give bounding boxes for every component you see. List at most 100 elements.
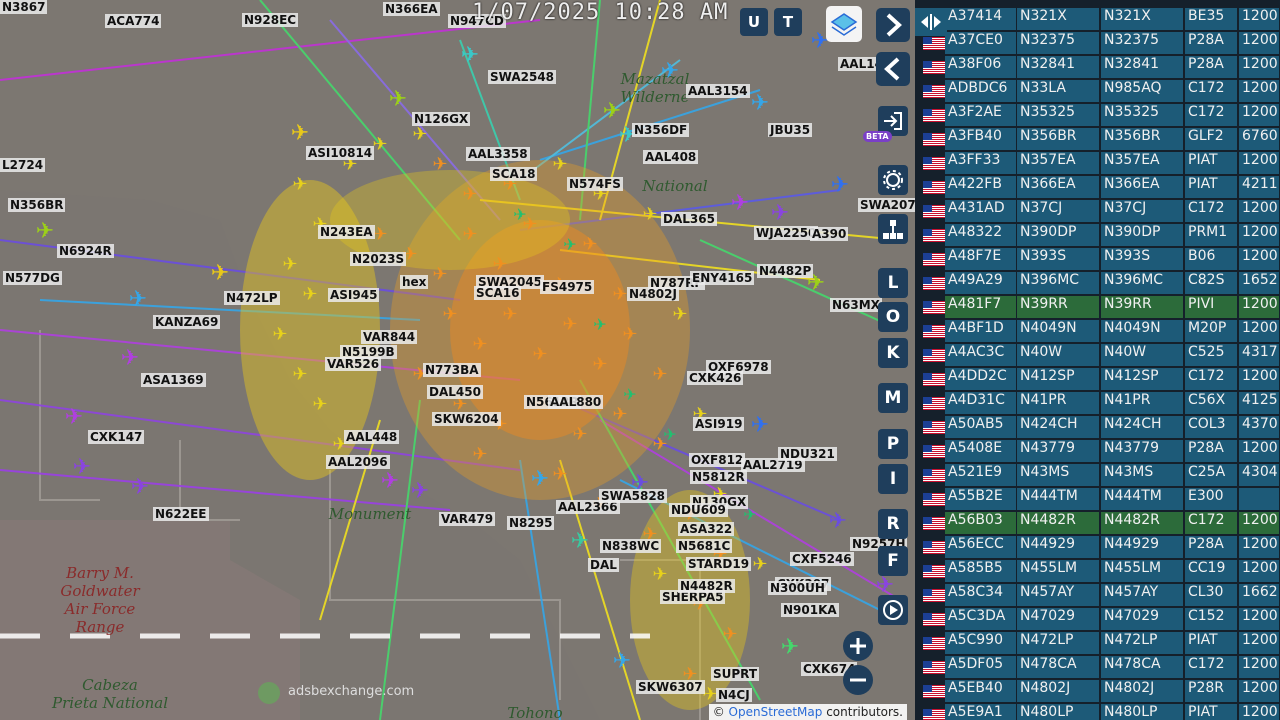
aircraft-label[interactable]: DAL450 (427, 385, 483, 399)
aircraft-label[interactable]: FS4975 (540, 280, 595, 294)
aircraft-label[interactable]: NDU609 (669, 503, 728, 517)
toggle-t-button[interactable]: T (774, 8, 802, 36)
table-row[interactable]: A56B03 N4482R N4482R C172 1200 (915, 512, 1280, 535)
aircraft-label[interactable]: N4482R (678, 579, 735, 593)
aircraft-label[interactable]: N928EC (242, 13, 299, 27)
toggle-f-button[interactable]: F (878, 546, 908, 576)
aircraft-label[interactable]: CXF5246 (790, 552, 854, 566)
aircraft-label[interactable]: KANZA69 (153, 315, 221, 329)
table-row[interactable]: A5408E N43779 N43779 P28A 1200 (915, 440, 1280, 463)
aircraft-label[interactable]: CXK426 (687, 371, 744, 385)
toggle-i-button[interactable]: I (878, 464, 908, 494)
aircraft-label[interactable]: N356DF (632, 123, 690, 137)
table-row[interactable]: A4AC3C N40W N40W C525 4317 (915, 344, 1280, 367)
table-row[interactable]: A5EB40 N4802J N4802J P28R 1200 (915, 680, 1280, 703)
table-row[interactable]: A5C3DA N47029 N47029 C152 1200 (915, 608, 1280, 631)
next-button[interactable] (876, 8, 910, 42)
aircraft-label[interactable]: STARD19 (686, 557, 752, 571)
aircraft-label[interactable]: N5681C (676, 539, 733, 553)
table-row[interactable]: A55B2E N444TM N444TM E300 (915, 488, 1280, 511)
settings-button[interactable] (878, 165, 908, 195)
aircraft-label[interactable]: VAR479 (439, 512, 496, 526)
aircraft-label[interactable]: ASA1369 (141, 373, 206, 387)
aircraft-label[interactable]: L2724 (0, 158, 46, 172)
aircraft-label[interactable]: ENY4165 (690, 271, 755, 285)
table-row[interactable]: A5E9A1 N480LP N480LP PIAT 1200 (915, 704, 1280, 720)
table-row[interactable]: A4D31C N41PR N41PR C56X 4125 (915, 392, 1280, 415)
aircraft-label[interactable]: DAL (588, 558, 619, 572)
layers-button[interactable] (826, 6, 862, 42)
aircraft-label[interactable]: SKW6307 (636, 680, 705, 694)
aircraft-label[interactable]: N3867 (0, 0, 48, 14)
table-row[interactable]: A422FB N366EA N366EA PIAT 4211 (915, 176, 1280, 199)
table-row[interactable]: A56ECC N44929 N44929 P28A 1200 (915, 536, 1280, 559)
table-row[interactable]: A3FF33 N357EA N357EA PIAT 1200 (915, 152, 1280, 175)
aircraft-label[interactable]: N4802J (627, 287, 679, 301)
table-row[interactable]: A521E9 N43MS N43MS C25A 4304 (915, 464, 1280, 487)
aircraft-label[interactable]: OXF812 (689, 453, 746, 467)
aircraft-label[interactable]: ASI945 (328, 288, 380, 302)
table-row[interactable]: A3FB40 N356BR N356BR GLF2 6760 (915, 128, 1280, 151)
aircraft-label[interactable]: JBU35 (768, 123, 813, 137)
toggle-r-button[interactable]: R (878, 509, 908, 539)
toggle-m-button[interactable]: M (878, 383, 908, 413)
table-row[interactable]: A48F7E N393S N393S B06 1200 (915, 248, 1280, 271)
aircraft-label[interactable]: SUPRT (711, 667, 760, 681)
previous-button[interactable] (876, 52, 910, 86)
aircraft-label[interactable]: SWA2079 (858, 198, 915, 212)
aircraft-label[interactable]: CXK147 (88, 430, 145, 444)
aircraft-label[interactable]: N366EA (383, 2, 440, 16)
table-row[interactable]: A50AB5 N424CH N424CH COL3 4370 (915, 416, 1280, 439)
aircraft-label[interactable]: SWA2548 (488, 70, 557, 84)
table-row[interactable]: A48322 N390DP N390DP PRM1 1200 (915, 224, 1280, 247)
table-row[interactable]: A58C34 N457AY N457AY CL30 1662 (915, 584, 1280, 607)
table-row[interactable]: A37CE0 N32375 N32375 P28A 1200 (915, 32, 1280, 55)
aircraft-label[interactable]: ASI10814 (306, 146, 375, 160)
aircraft-label[interactable]: AAL3154 (686, 84, 750, 98)
aircraft-label[interactable]: N63MX (830, 298, 882, 312)
aircraft-label[interactable]: WJA2250 (754, 226, 819, 240)
toggle-p-button[interactable]: P (878, 429, 908, 459)
aircraft-label[interactable]: N356BR (8, 198, 66, 212)
aircraft-label[interactable]: N8295 (507, 516, 555, 530)
aircraft-label[interactable]: N5812R (690, 470, 747, 484)
aircraft-label[interactable]: AAL880 (548, 395, 604, 409)
aircraft-label[interactable]: N300UH (768, 581, 827, 595)
table-row[interactable]: A4DD2C N412SP N412SP C172 1200 (915, 368, 1280, 391)
aircraft-label[interactable]: NDU321 (778, 447, 837, 461)
aircraft-label[interactable]: ASI919 (693, 417, 745, 431)
aircraft-label[interactable]: SKW6204 (432, 412, 501, 426)
aircraft-label[interactable]: N574FS (567, 177, 623, 191)
aircraft-label[interactable]: N2023S (350, 252, 407, 266)
aircraft-label[interactable]: N838WC (600, 539, 662, 553)
aircraft-label[interactable]: VAR526 (325, 357, 382, 371)
table-row[interactable]: A49A29 N396MC N396MC C82S 1652 (915, 272, 1280, 295)
aircraft-label[interactable]: A390 (810, 227, 849, 241)
aircraft-label[interactable]: DAL365 (661, 212, 717, 226)
toggle-o-button[interactable]: O (878, 302, 908, 332)
aircraft-label[interactable]: N4482P (757, 264, 814, 278)
aircraft-label[interactable]: AAL3358 (466, 147, 530, 161)
aircraft-label[interactable]: ACA774 (105, 14, 162, 28)
openstreetmap-link[interactable]: OpenStreetMap (729, 705, 823, 719)
aircraft-label[interactable]: hex (400, 275, 429, 289)
aircraft-table[interactable]: A37414 N321X N321X BE35 1200 A37CE0 N32375 N323… (915, 0, 1280, 720)
aircraft-label[interactable]: N577DG (3, 271, 62, 285)
toggle-k-button[interactable]: K (878, 338, 908, 368)
layout-button[interactable] (878, 214, 908, 244)
table-row[interactable]: A585B5 N455LM N455LM CC19 1200 (915, 560, 1280, 583)
zoom-in-button[interactable] (843, 631, 873, 661)
aircraft-label[interactable]: AAL408 (643, 150, 699, 164)
flight-map[interactable]: ✈ ✈ ✈ ✈ ✈ ✈ ✈ ✈ ✈ ✈ ✈ ✈ ✈ ✈ ✈ ✈ ✈ ✈ ✈ ✈ … (0, 0, 915, 720)
aircraft-label[interactable]: N4CJ (716, 688, 752, 702)
table-row[interactable]: ADBDC6 N33LA N985AQ C172 1200 (915, 80, 1280, 103)
aircraft-label[interactable]: AAL2096 (326, 455, 390, 469)
toggle-u-button[interactable]: U (740, 8, 768, 36)
table-row[interactable]: A4BF1D N4049N N4049N M20P 1200 (915, 320, 1280, 343)
aircraft-label[interactable]: VAR844 (361, 330, 418, 344)
aircraft-label[interactable]: SCA16 (474, 286, 522, 300)
table-row[interactable]: A37414 N321X N321X BE35 1200 (915, 8, 1280, 31)
panel-toggle-button[interactable] (915, 8, 947, 36)
aircraft-label[interactable]: N472LP (224, 291, 280, 305)
aircraft-label[interactable]: N622EE (153, 507, 209, 521)
